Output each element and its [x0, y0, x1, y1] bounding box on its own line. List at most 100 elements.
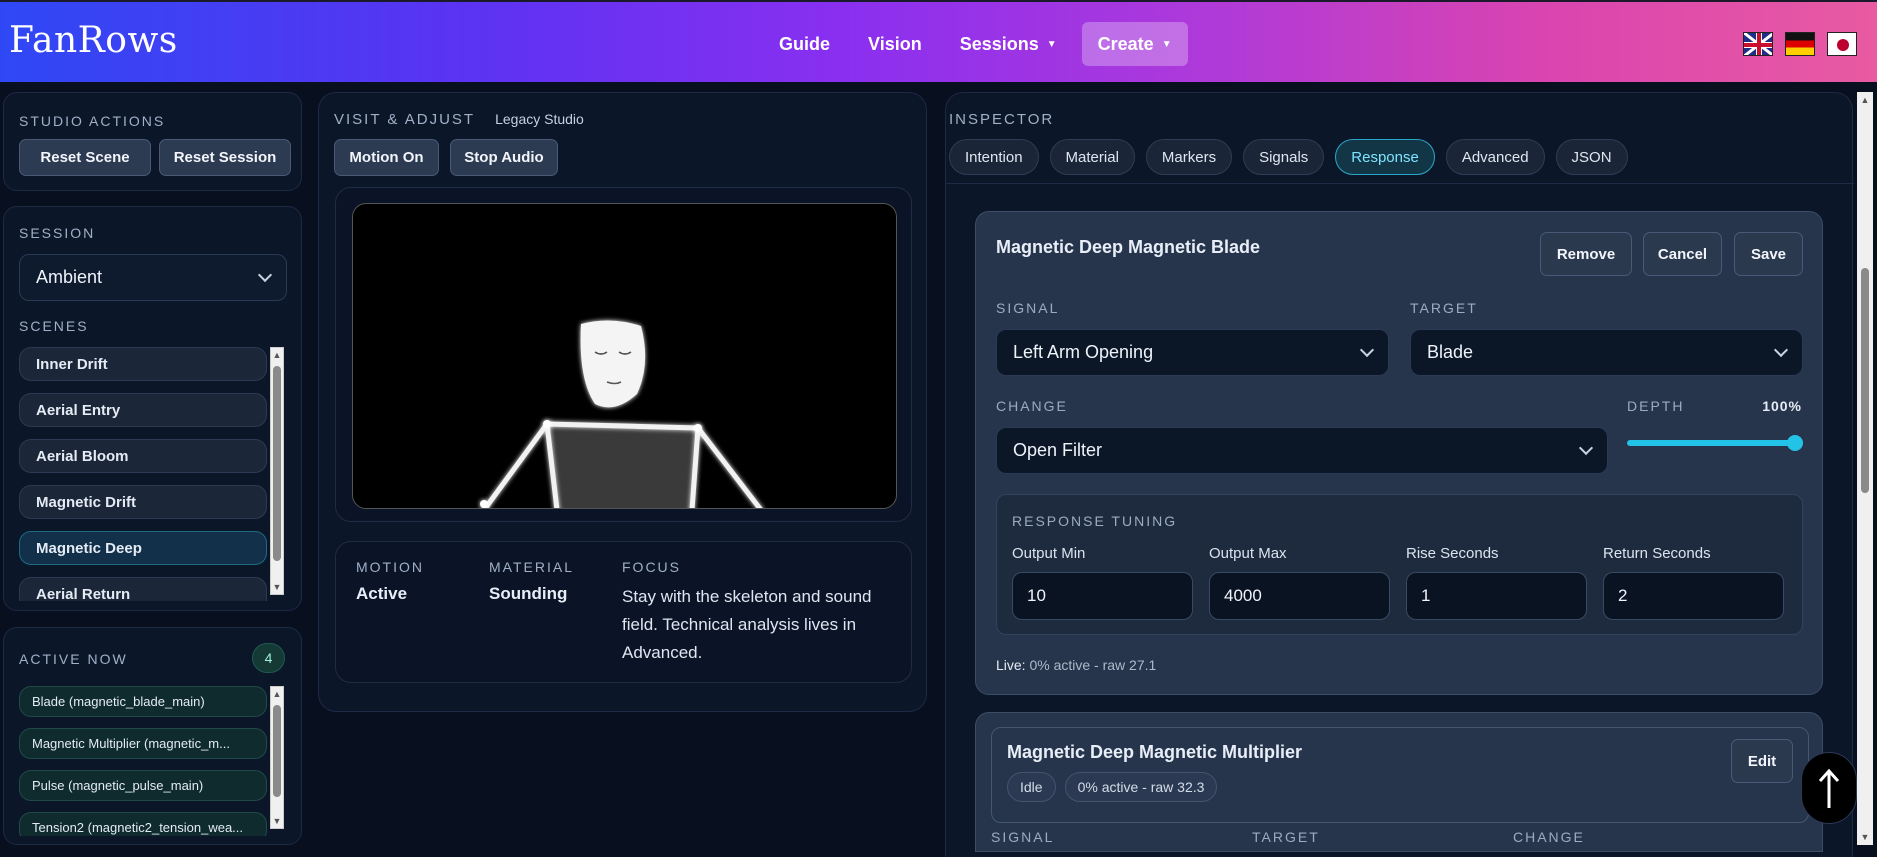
material-label: MATERIAL	[489, 559, 574, 575]
scroll-down-arrow-icon[interactable]: ▼	[1859, 831, 1871, 843]
skeleton-video[interactable]	[352, 203, 897, 509]
response-card-multiplier: Magnetic Deep Magnetic Multiplier Idle 0…	[975, 712, 1823, 852]
brand-logo[interactable]: FanRows	[9, 20, 178, 61]
scroll-up-arrow-icon[interactable]: ▲	[271, 688, 283, 700]
nav-create-label: Create	[1097, 33, 1154, 54]
change-select-value: Open Filter	[1013, 440, 1103, 460]
remove-button[interactable]: Remove	[1540, 232, 1632, 276]
depth-slider-thumb[interactable]	[1787, 435, 1803, 451]
visit-adjust-panel: VISIT & ADJUST Legacy Studio Motion On S…	[318, 92, 927, 712]
scrollbar-thumb[interactable]	[273, 705, 281, 797]
card-title: Magnetic Deep Magnetic Blade	[996, 237, 1261, 257]
scene-list: Inner Drift Aerial Entry Aerial Bloom Ma…	[19, 347, 267, 601]
scroll-up-arrow-icon[interactable]: ▲	[271, 349, 283, 361]
active-item[interactable]: Blade (magnetic_blade_main)	[19, 686, 267, 717]
visit-header: VISIT & ADJUST Legacy Studio	[334, 111, 584, 128]
scene-item-active[interactable]: Magnetic Deep	[19, 531, 267, 565]
page-scrollbar-thumb[interactable]	[1861, 268, 1869, 493]
scene-item[interactable]: Aerial Entry	[19, 393, 267, 427]
rise-seconds-label: Rise Seconds	[1406, 545, 1499, 562]
scroll-down-arrow-icon[interactable]: ▼	[271, 581, 283, 593]
motion-value: Active	[356, 584, 408, 603]
depth-slider-fill	[1627, 440, 1803, 446]
output-max-input[interactable]: 4000	[1209, 572, 1390, 620]
germany-flag-icon[interactable]	[1785, 32, 1815, 56]
active-count-badge: 4	[252, 643, 285, 673]
motion-on-button[interactable]: Motion On	[334, 139, 439, 176]
scene-item[interactable]: Inner Drift	[19, 347, 267, 381]
tab-markers[interactable]: Markers	[1145, 139, 1233, 175]
tab-signals[interactable]: Signals	[1243, 139, 1325, 175]
scene-item[interactable]: Aerial Return	[19, 577, 267, 601]
nav-vision[interactable]: Vision	[849, 34, 941, 55]
studio-actions-title: STUDIO ACTIONS	[19, 113, 166, 129]
scroll-down-arrow-icon[interactable]: ▼	[271, 815, 283, 827]
edit-button[interactable]: Edit	[1731, 739, 1793, 783]
uk-flag-icon[interactable]	[1743, 32, 1773, 56]
session-title: SESSION	[19, 225, 96, 241]
signal-select[interactable]: Left Arm Opening	[996, 329, 1389, 376]
session-select[interactable]: Ambient	[19, 254, 287, 301]
main-nav: Guide Vision Sessions ▼ Create ▼	[760, 22, 1188, 66]
save-button[interactable]: Save	[1734, 232, 1803, 276]
active-list-scrollbar[interactable]: ▲ ▼	[270, 686, 284, 829]
active-item[interactable]: Tension2 (magnetic2_tension_wea...	[19, 812, 267, 836]
active-item[interactable]: Magnetic Multiplier (magnetic_m...	[19, 728, 267, 759]
scene-list-scrollbar[interactable]: ▲ ▼	[270, 347, 284, 595]
active-list: Blade (magnetic_blade_main) Magnetic Mul…	[19, 686, 267, 836]
signal-select-value: Left Arm Opening	[1013, 342, 1154, 362]
scene-item[interactable]: Magnetic Drift	[19, 485, 267, 519]
return-seconds-input[interactable]: 2	[1603, 572, 1784, 620]
page-scrollbar[interactable]: ▲ ▼	[1857, 92, 1873, 845]
output-min-input[interactable]: 10	[1012, 572, 1193, 620]
caret-down-icon: ▼	[1161, 38, 1172, 50]
change-select[interactable]: Open Filter	[996, 427, 1608, 474]
session-panel: SESSION Ambient SCENES Inner Drift Aeria…	[3, 206, 302, 611]
active-now-panel: ACTIVE NOW 4 Blade (magnetic_blade_main)…	[3, 627, 302, 845]
reset-scene-button[interactable]: Reset Scene	[19, 139, 151, 176]
nav-guide[interactable]: Guide	[760, 34, 849, 55]
skeleton-figure	[480, 320, 763, 508]
tab-json[interactable]: JSON	[1555, 139, 1628, 175]
focus-label: FOCUS	[622, 559, 681, 575]
target-select[interactable]: Blade	[1410, 329, 1803, 376]
card2-chips: Idle 0% active - raw 32.3	[1007, 772, 1218, 802]
target-label: TARGET	[1410, 300, 1478, 316]
scene-item[interactable]: Aerial Bloom	[19, 439, 267, 473]
status-badge: Idle	[1007, 772, 1056, 802]
reset-session-button[interactable]: Reset Session	[159, 139, 291, 176]
rise-seconds-input[interactable]: 1	[1406, 572, 1587, 620]
active-now-title: ACTIVE NOW	[19, 651, 128, 667]
target-select-value: Blade	[1427, 342, 1474, 362]
motion-label: MOTION	[356, 559, 424, 575]
tab-advanced[interactable]: Advanced	[1445, 139, 1545, 175]
change-label: CHANGE	[996, 398, 1068, 414]
studio-actions-panel: STUDIO ACTIONS Reset Scene Reset Session	[3, 92, 302, 191]
scroll-up-arrow-icon[interactable]: ▲	[1859, 94, 1871, 106]
active-item[interactable]: Pulse (magnetic_pulse_main)	[19, 770, 267, 801]
japan-flag-icon[interactable]	[1827, 32, 1857, 56]
tab-intention[interactable]: Intention	[949, 139, 1039, 175]
stop-audio-button[interactable]: Stop Audio	[450, 139, 558, 176]
scenes-title: SCENES	[19, 318, 89, 334]
tab-material[interactable]: Material	[1049, 139, 1135, 175]
depth-slider[interactable]	[1627, 435, 1803, 451]
scrollbar-thumb[interactable]	[273, 366, 281, 561]
status-box: MOTION Active MATERIAL Sounding FOCUS St…	[335, 541, 912, 683]
tab-response[interactable]: Response	[1335, 139, 1435, 175]
nav-sessions[interactable]: Sessions ▼	[941, 34, 1076, 55]
material-value: Sounding	[489, 584, 568, 603]
top-navbar: FanRows Guide Vision Sessions ▼ Create ▼	[0, 0, 1877, 82]
inspector-title: INSPECTOR	[949, 111, 1055, 128]
cancel-button[interactable]: Cancel	[1643, 232, 1722, 276]
scroll-to-top-button[interactable]	[1801, 752, 1857, 824]
session-select-value: Ambient	[36, 267, 103, 287]
depth-label: DEPTH	[1627, 398, 1685, 414]
visit-subtitle: Legacy Studio	[495, 111, 584, 127]
card2-header: Magnetic Deep Magnetic Multiplier Idle 0…	[991, 727, 1809, 823]
tab-divider	[946, 183, 1854, 184]
card2-title: Magnetic Deep Magnetic Multiplier	[1007, 742, 1303, 762]
nav-create[interactable]: Create ▼	[1081, 22, 1188, 66]
visit-title: VISIT & ADJUST	[334, 111, 476, 128]
live-status-value: 0% active - raw 27.1	[1029, 657, 1157, 673]
